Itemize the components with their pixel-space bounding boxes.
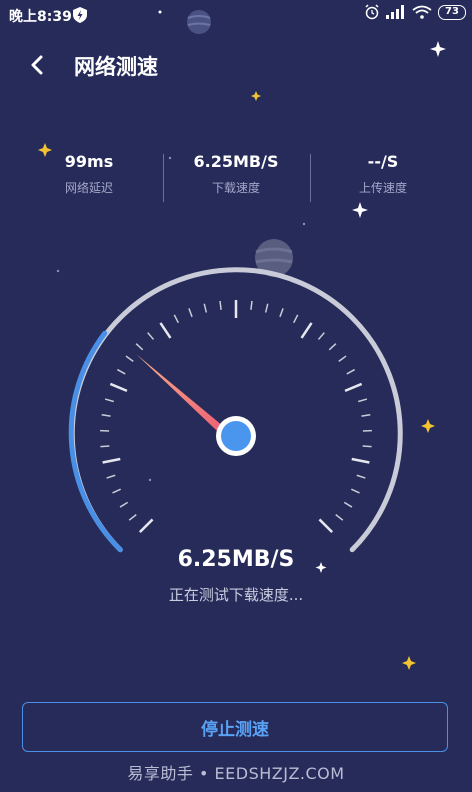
gauge-minor-tick (125, 355, 134, 362)
gauge-minor-tick (119, 501, 129, 508)
back-button[interactable] (22, 50, 52, 80)
gauge-minor-tick (106, 474, 116, 479)
battery-icon: 73 (438, 4, 466, 20)
gauge-major-tick (344, 382, 363, 392)
stat-latency-value: 99ms (64, 152, 114, 171)
status-time: 晚上8:39 (9, 9, 72, 25)
gauge-minor-tick (351, 488, 360, 494)
stat-upload-value: --/S (367, 152, 399, 171)
stat-upload-label: 上传速度 (358, 181, 407, 195)
gauge-major-tick (109, 382, 128, 392)
gauge-minor-tick (264, 303, 269, 313)
test-status-text: 正在测试下载速度... (168, 586, 304, 604)
stat-divider (163, 154, 164, 202)
gauge-minor-tick (135, 343, 144, 351)
gauge-minor-tick (358, 398, 368, 403)
gauge-minor-tick (335, 514, 344, 521)
gauge-minor-tick (147, 332, 155, 340)
gauge-minor-tick (100, 445, 110, 448)
stop-test-button[interactable]: 停止测速 (22, 702, 448, 752)
gauge-minor-tick (173, 314, 180, 324)
gauge-minor-tick (250, 300, 253, 310)
gauge-major-tick (351, 457, 370, 464)
gauge-minor-tick (292, 314, 299, 324)
stat-latency-label: 网络延迟 (64, 181, 113, 195)
gauge-minor-tick (317, 332, 325, 340)
gauge-minor-tick (361, 413, 371, 417)
stat-divider (310, 154, 311, 202)
stat-latency: 99ms 网络延迟 (24, 150, 154, 196)
gauge-minor-tick (101, 413, 111, 417)
gauge-minor-tick (188, 308, 193, 318)
stat-download-label: 下载速度 (211, 181, 260, 195)
stat-download: 6.25MB/S 下载速度 (171, 150, 301, 196)
gauge-minor-tick (116, 368, 126, 375)
star-decoration (56, 10, 446, 573)
battery-level: 73 (445, 6, 459, 17)
gauge-minor-tick (343, 501, 353, 508)
gauge-minor-tick (338, 355, 347, 362)
stop-test-label: 停止测速 (201, 719, 269, 740)
status-bar: 晚上8:39 73 (0, 0, 472, 30)
stat-download-value: 6.25MB/S (193, 152, 279, 171)
gauge-minor-tick (346, 368, 356, 375)
page-title: 网络测速 (74, 55, 158, 79)
signal-icon (386, 5, 404, 19)
gauge-hub-core (221, 421, 251, 451)
header: 网络测速 (0, 44, 472, 88)
gauge-major-tick (159, 322, 172, 339)
shield-icon (73, 7, 87, 23)
gauge-minor-tick (219, 300, 222, 310)
current-speed: 6.25MB/S (177, 547, 295, 572)
stats-row: 99ms 网络延迟 6.25MB/S 下载速度 --/S 上传速度 (0, 150, 472, 204)
gauge-minor-tick (356, 474, 366, 479)
watermark: 易享助手 • EEDSHZJZ.COM (127, 764, 345, 783)
gauge-minor-tick (328, 343, 337, 351)
gauge-minor-tick (128, 514, 137, 521)
status-icons: 73 (364, 4, 466, 20)
gauge-minor-tick (112, 488, 121, 494)
stat-upload: --/S 上传速度 (318, 150, 448, 196)
chevron-left-icon (31, 55, 43, 75)
gauge-minor-tick (362, 445, 372, 448)
gauge-minor-tick (104, 398, 114, 403)
gauge-major-tick (102, 457, 121, 464)
alarm-icon (365, 4, 379, 20)
speed-gauge (38, 10, 446, 670)
gauge-major-tick (138, 518, 154, 534)
gauge-minor-tick (279, 308, 284, 318)
gauge-progress-arc (68, 330, 123, 553)
wifi-icon (412, 5, 432, 19)
gauge-major-tick (318, 518, 334, 534)
gauge-minor-tick (203, 303, 208, 313)
gauge-major-tick (300, 322, 313, 339)
